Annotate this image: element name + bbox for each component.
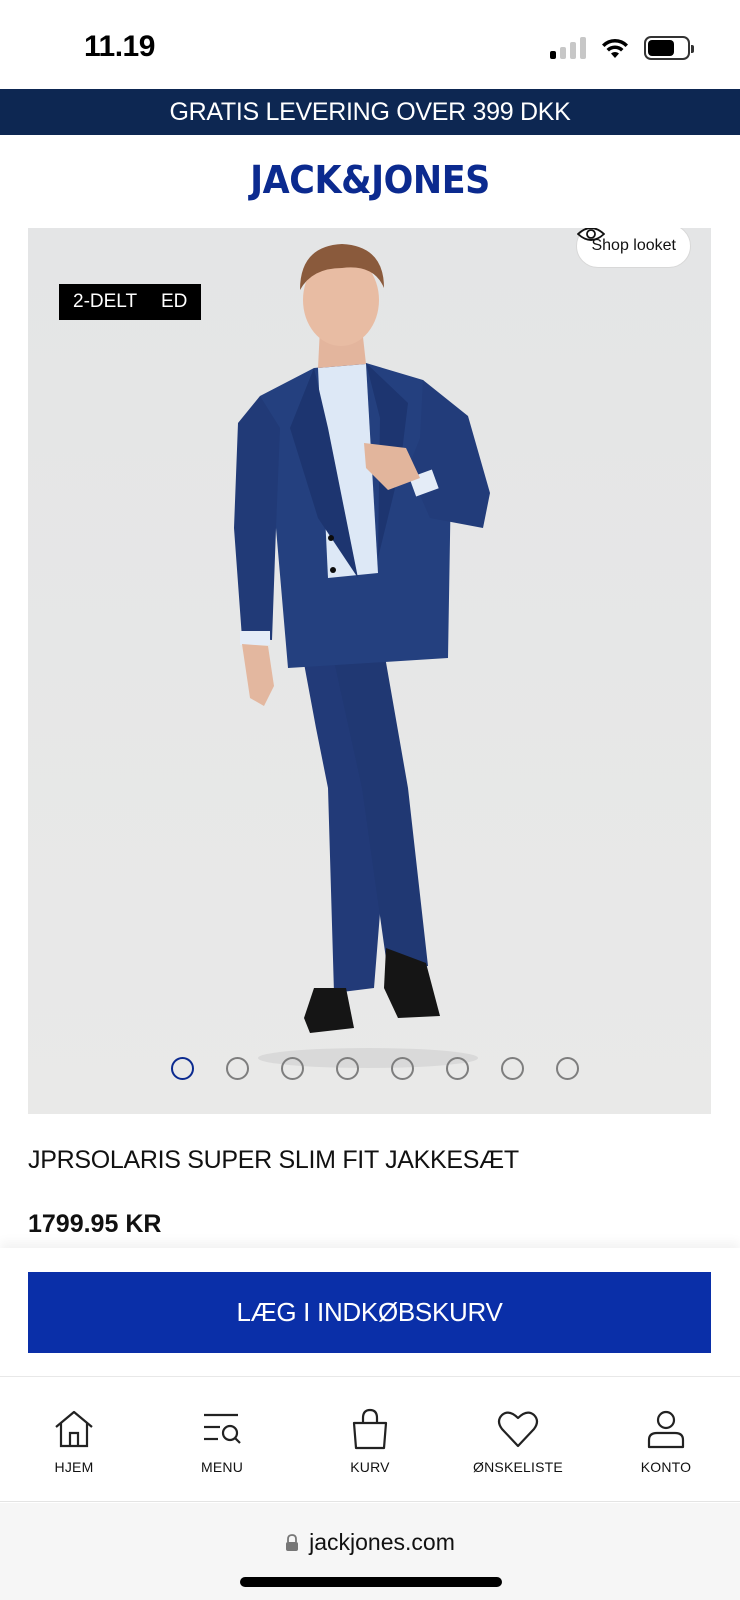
product-photo bbox=[28, 228, 711, 1114]
bag-icon bbox=[352, 1408, 388, 1450]
home-icon bbox=[55, 1410, 93, 1448]
product-image-carousel[interactable]: 2-DELT ED Shop looket bbox=[28, 228, 711, 1114]
wifi-icon bbox=[602, 38, 628, 58]
nav-label-account: KONTO bbox=[640, 1459, 692, 1475]
product-price: 1799.95 KR bbox=[28, 1210, 162, 1238]
add-to-cart-bar: LÆG I INDKØBSKURV bbox=[0, 1248, 740, 1378]
status-bar: 11.19 bbox=[0, 0, 740, 90]
nav-label-cart: KURV bbox=[350, 1459, 390, 1475]
cellular-signal-icon bbox=[550, 37, 586, 59]
nav-item-cart[interactable]: KURV bbox=[296, 1377, 444, 1501]
status-icons bbox=[550, 36, 694, 60]
lock-icon bbox=[286, 1533, 299, 1551]
brand-logo[interactable]: JACK&JONES bbox=[30, 158, 711, 202]
home-indicator[interactable] bbox=[240, 1577, 502, 1587]
nav-label-wishlist: ØNSKELISTE bbox=[473, 1459, 563, 1475]
product-badge: 2-DELT ED bbox=[59, 284, 202, 320]
add-to-cart-button[interactable]: LÆG I INDKØBSKURV bbox=[28, 1272, 711, 1353]
bottom-navigation: HJEM MENU KURV ØNSKELISTE KONTO bbox=[0, 1376, 740, 1502]
menu-search-icon bbox=[204, 1413, 241, 1444]
carousel-dot[interactable] bbox=[500, 1057, 524, 1080]
nav-item-home[interactable]: HJEM bbox=[0, 1377, 148, 1501]
user-icon bbox=[647, 1410, 685, 1449]
carousel-dot[interactable] bbox=[390, 1057, 414, 1080]
carousel-dot[interactable] bbox=[170, 1057, 194, 1080]
nav-item-account[interactable]: KONTO bbox=[592, 1377, 740, 1501]
shop-look-button[interactable]: Shop looket bbox=[576, 228, 691, 268]
url-text: jackjones.com bbox=[309, 1529, 455, 1555]
eye-icon bbox=[577, 228, 606, 241]
nav-item-menu[interactable]: MENU bbox=[148, 1377, 296, 1501]
nav-label-menu: MENU bbox=[200, 1459, 244, 1475]
carousel-dot[interactable] bbox=[335, 1057, 359, 1080]
nav-label-home: HJEM bbox=[54, 1459, 94, 1475]
battery-icon bbox=[644, 36, 694, 60]
url-display[interactable]: jackjones.com bbox=[0, 1529, 740, 1556]
promo-banner[interactable]: GRATIS LEVERING OVER 399 DKK bbox=[0, 89, 740, 135]
carousel-dot[interactable] bbox=[280, 1057, 304, 1080]
browser-address-bar[interactable]: jackjones.com bbox=[0, 1503, 740, 1600]
status-time: 11.19 bbox=[84, 30, 155, 63]
carousel-dot[interactable] bbox=[225, 1057, 249, 1080]
product-title: JPRSOLARIS SUPER SLIM FIT JAKKESÆT bbox=[28, 1146, 519, 1174]
carousel-dot[interactable] bbox=[555, 1057, 579, 1080]
heart-icon bbox=[497, 1411, 539, 1448]
nav-item-wishlist[interactable]: ØNSKELISTE bbox=[444, 1377, 592, 1501]
carousel-dot[interactable] bbox=[445, 1057, 469, 1080]
carousel-pagination bbox=[28, 1057, 711, 1080]
